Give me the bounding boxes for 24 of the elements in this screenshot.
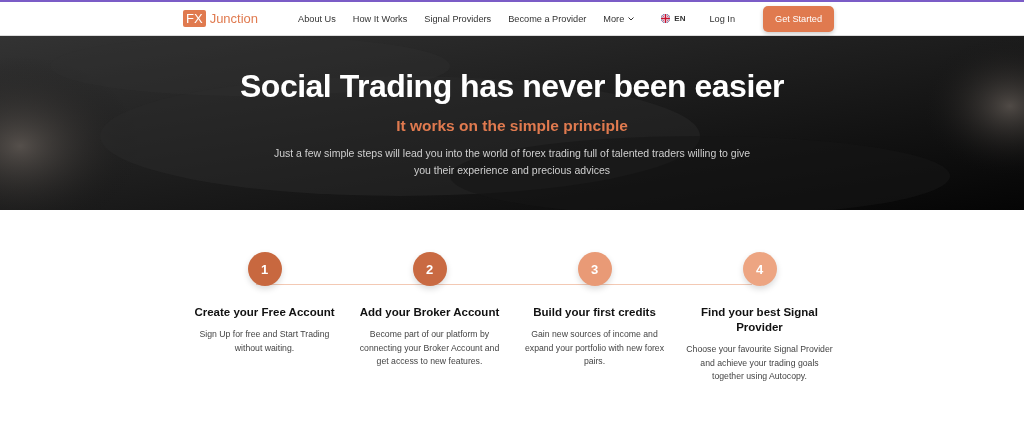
step-text: Become part of our platform by connecting your Broker Account and get access to new features.: [358, 328, 501, 368]
step-title: Add your Broker Account: [358, 305, 501, 320]
hero-subtitle: It works on the simple principle: [396, 117, 628, 135]
hero-text: Just a few simple steps will lead you into the world of forex trading full of talented traders willing to give you their experience and precious advices: [272, 146, 752, 178]
step-text: Choose your favourite Signal Provider and achieve your trading goals together using Autocopy.: [685, 343, 834, 383]
step-number: 1: [247, 252, 282, 286]
step-title: Find your best Signal Provider: [700, 305, 819, 335]
step-text: Gain new sources of income and expand your portfolio with new forex pairs.: [523, 328, 666, 368]
step-title: Create your Free Account: [193, 305, 336, 320]
step-text: Sign Up for free and Start Trading without waiting.: [198, 328, 331, 355]
nav-link[interactable]: Become a Provider: [508, 13, 587, 24]
login-link[interactable]: Log In: [709, 13, 735, 24]
step-number: 2: [412, 252, 447, 286]
hero-title: Social Trading has never been easier: [240, 68, 784, 105]
step-number: 4: [742, 252, 777, 286]
step-title: Build your first credits: [532, 305, 657, 320]
step-number: 3: [577, 252, 612, 286]
nav-link[interactable]: Signal Providers: [424, 13, 492, 24]
chevron-down-icon: [628, 16, 635, 21]
language-label[interactable]: EN: [674, 14, 686, 23]
nav-link[interactable]: How It Works: [352, 13, 408, 24]
nav-link[interactable]: More: [603, 13, 635, 24]
nav-link[interactable]: About Us: [298, 13, 336, 24]
flag-icon: [661, 14, 671, 23]
